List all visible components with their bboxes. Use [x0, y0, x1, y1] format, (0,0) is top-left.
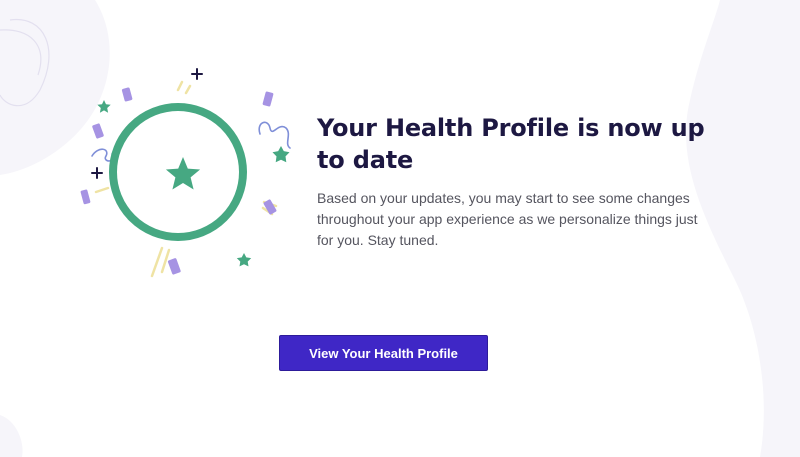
- page-title: Your Health Profile is now up to date: [317, 114, 705, 174]
- content-block: Your Health Profile is now up to date Ba…: [317, 112, 707, 251]
- celebration-ring-star-icon: [80, 68, 291, 278]
- description-text: Based on your updates, you may start to …: [317, 190, 698, 248]
- view-health-profile-button[interactable]: View Your Health Profile: [279, 335, 488, 371]
